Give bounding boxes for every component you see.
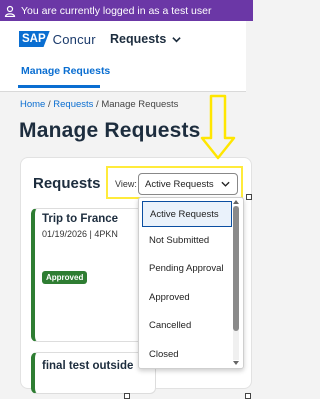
active-tab-indicator bbox=[18, 85, 100, 88]
sap-logo-text: SAP bbox=[19, 31, 50, 47]
dropdown-option[interactable]: Active Requests bbox=[142, 201, 232, 227]
requests-menu-label: Requests bbox=[110, 32, 167, 46]
concur-logo-text: Concur bbox=[52, 31, 96, 47]
breadcrumb-separator: / bbox=[47, 99, 51, 110]
breadcrumb-current: Manage Requests bbox=[101, 99, 179, 110]
panel-title: Requests bbox=[33, 175, 101, 192]
status-badge: Approved bbox=[42, 271, 88, 284]
app-header: SAP Concur Requests Manage Requests bbox=[0, 21, 246, 92]
page-title: Manage Requests bbox=[19, 119, 201, 142]
resize-handle[interactable] bbox=[246, 194, 252, 200]
tab-manage-requests[interactable]: Manage Requests bbox=[21, 65, 110, 77]
resize-handle[interactable] bbox=[124, 393, 130, 399]
sap-concur-logo[interactable]: SAP Concur bbox=[19, 31, 96, 47]
resize-handle[interactable] bbox=[245, 393, 251, 399]
test-user-banner: You are currently logged in as a test us… bbox=[0, 0, 253, 21]
breadcrumb-home-link[interactable]: Home bbox=[20, 99, 45, 110]
request-card-subtitle: 01/19/2026 | 4PKN bbox=[42, 229, 118, 239]
dropdown-option[interactable]: Approved bbox=[139, 284, 235, 310]
request-card-title[interactable]: Trip to France bbox=[42, 213, 118, 225]
request-card-title[interactable]: final test outside bbox=[42, 360, 133, 372]
annotation-highlight-box bbox=[106, 166, 243, 199]
dropdown-option[interactable]: Closed bbox=[139, 341, 235, 367]
scroll-down-arrow-icon[interactable] bbox=[233, 361, 239, 365]
view-dropdown-list[interactable]: Active Requests Not Submitted Pending Ap… bbox=[138, 197, 244, 369]
user-icon bbox=[4, 5, 16, 17]
breadcrumb-separator: / bbox=[96, 99, 99, 110]
chevron-down-icon bbox=[172, 36, 181, 42]
dropdown-option[interactable]: Pending Approval bbox=[139, 255, 235, 281]
requests-menu[interactable]: Requests bbox=[110, 32, 181, 46]
breadcrumb-requests-link[interactable]: Requests bbox=[53, 99, 93, 110]
scrollbar-thumb[interactable] bbox=[233, 206, 239, 331]
scroll-up-arrow-icon[interactable] bbox=[233, 200, 239, 204]
dropdown-option[interactable]: Cancelled bbox=[139, 312, 235, 338]
breadcrumb: Home / Requests / Manage Requests bbox=[20, 99, 178, 110]
annotation-arrow-down-icon bbox=[200, 94, 236, 160]
dropdown-scrollbar[interactable] bbox=[232, 200, 240, 366]
dropdown-option[interactable]: Not Submitted bbox=[139, 227, 235, 253]
banner-text: You are currently logged in as a test us… bbox=[21, 4, 212, 17]
